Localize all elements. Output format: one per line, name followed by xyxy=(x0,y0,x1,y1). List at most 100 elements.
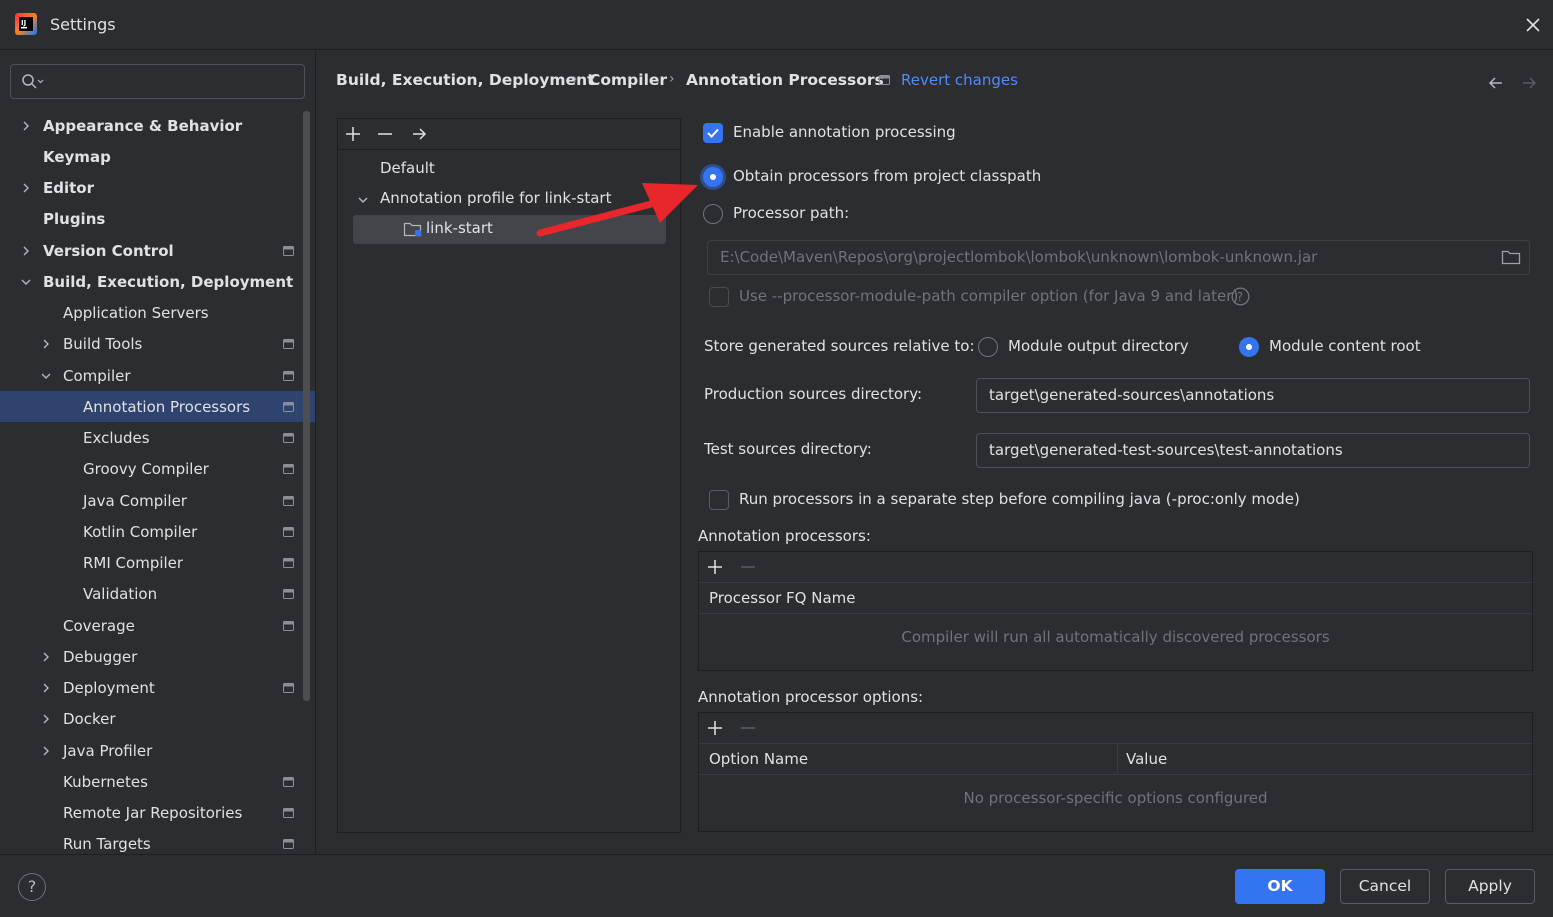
breadcrumb-annotation-processors: Annotation Processors xyxy=(686,71,884,89)
chevron-right-icon[interactable] xyxy=(40,682,52,694)
sidebar-item-label: Deployment xyxy=(63,679,155,697)
project-scope-icon xyxy=(283,589,294,600)
enable-annotation-processing-checkbox[interactable] xyxy=(703,123,723,143)
sidebar-item-kubernetes[interactable]: Kubernetes xyxy=(0,766,315,797)
sidebar-item-label: Build Tools xyxy=(63,335,143,354)
forward-arrow-icon[interactable] xyxy=(1520,74,1538,92)
sidebar-item-validation[interactable]: Validation xyxy=(0,579,315,610)
project-scope-icon xyxy=(283,683,294,693)
separate-step-checkbox[interactable] xyxy=(709,490,729,510)
sidebar-item-run-targets[interactable]: Run Targets xyxy=(0,829,315,854)
sidebar-item-label: Version Control xyxy=(43,241,174,260)
project-scope-icon xyxy=(283,526,294,537)
sidebar-item-label: Java Profiler xyxy=(63,741,153,760)
sidebar-item-java-profiler[interactable]: Java Profiler xyxy=(0,735,315,766)
chevron-down-icon[interactable] xyxy=(357,194,369,206)
sidebar-item-deployment[interactable]: Deployment xyxy=(0,673,315,704)
processor-module-path-checkbox[interactable] xyxy=(709,287,729,307)
sidebar-item-label: Keymap xyxy=(43,147,111,166)
apply-button[interactable]: Apply xyxy=(1445,869,1535,904)
processor-path-label: Processor path: xyxy=(733,204,850,222)
chevron-right-icon[interactable] xyxy=(20,120,32,132)
project-scope-icon xyxy=(283,370,294,381)
svg-text:IJ: IJ xyxy=(21,19,26,27)
project-scope-icon xyxy=(879,75,890,85)
obtain-from-classpath-radio[interactable] xyxy=(703,167,723,187)
breadcrumb-compiler[interactable]: Compiler xyxy=(589,71,667,89)
sidebar-item-excludes[interactable]: Excludes xyxy=(0,423,315,454)
project-scope-icon xyxy=(283,808,294,818)
sidebar-item-java-compiler[interactable]: Java Compiler xyxy=(0,485,315,516)
production-dir-label: Production sources directory: xyxy=(704,385,923,403)
cancel-button[interactable]: Cancel xyxy=(1340,869,1430,904)
option-name-column[interactable]: Option Name xyxy=(709,750,808,768)
remove-processor-icon[interactable] xyxy=(739,558,757,576)
help-context-icon[interactable]: ? xyxy=(1231,287,1250,306)
module-output-directory-radio[interactable] xyxy=(978,337,998,357)
module-content-root-label: Module content root xyxy=(1269,337,1421,355)
module-link-start[interactable]: link-start xyxy=(426,219,493,247)
remove-option-icon[interactable] xyxy=(739,719,757,737)
sidebar-item-debugger[interactable]: Debugger xyxy=(0,641,315,672)
sidebar-item-rmi-compiler[interactable]: RMI Compiler xyxy=(0,548,315,579)
chevron-right-icon[interactable] xyxy=(20,245,32,257)
chevron-right-icon[interactable] xyxy=(20,182,32,194)
ok-button[interactable]: OK xyxy=(1235,869,1325,904)
add-profile-icon[interactable] xyxy=(344,125,362,143)
sidebar-item-groovy-compiler[interactable]: Groovy Compiler xyxy=(0,454,315,485)
help-button[interactable]: ? xyxy=(18,873,46,901)
processor-path-radio[interactable] xyxy=(703,204,723,224)
profile-link-start[interactable]: Annotation profile for link-start xyxy=(380,189,611,217)
sidebar-item-keymap[interactable]: Keymap xyxy=(0,141,315,172)
chevron-right-icon[interactable] xyxy=(40,745,52,757)
profile-default[interactable]: Default xyxy=(380,159,435,187)
sidebar-item-build-tools[interactable]: Build Tools xyxy=(0,329,315,360)
close-window-button[interactable] xyxy=(1522,14,1544,36)
sidebar-item-coverage[interactable]: Coverage xyxy=(0,610,315,641)
sidebar-item-application-servers[interactable]: Application Servers xyxy=(0,298,315,329)
sidebar-item-compiler[interactable]: Compiler xyxy=(0,360,315,391)
processor-fq-name-column[interactable]: Processor FQ Name xyxy=(709,589,855,607)
sidebar-item-version-control[interactable]: Version Control xyxy=(0,235,315,266)
separate-step-label: Run processors in a separate step before… xyxy=(739,490,1300,508)
browse-folder-icon[interactable] xyxy=(1501,248,1521,266)
obtain-from-classpath-label: Obtain processors from project classpath xyxy=(733,167,1042,185)
move-to-profile-icon[interactable] xyxy=(410,125,428,143)
sidebar-item-plugins[interactable]: Plugins xyxy=(0,204,315,235)
sidebar-item-build-execution-deployment[interactable]: Build, Execution, Deployment xyxy=(0,266,315,297)
remove-profile-icon[interactable] xyxy=(376,125,394,143)
breadcrumb-build-execution-deployment[interactable]: Build, Execution, Deployment xyxy=(336,71,595,89)
project-scope-icon xyxy=(283,776,294,787)
processor-path-field[interactable]: E:\Code\Maven\Repos\org\projectlombok\lo… xyxy=(707,240,1530,275)
add-option-icon[interactable] xyxy=(706,719,724,737)
chevron-right-icon[interactable] xyxy=(40,651,52,663)
module-content-root-radio[interactable] xyxy=(1239,337,1259,357)
search-icon xyxy=(21,73,45,91)
sidebar-item-annotation-processors[interactable]: Annotation Processors xyxy=(0,391,315,423)
enable-annotation-processing-label: Enable annotation processing xyxy=(733,123,956,141)
back-arrow-icon[interactable] xyxy=(1487,74,1505,92)
annotation-processors-table: Processor FQ Name Compiler will run all … xyxy=(698,551,1533,671)
sidebar-item-kotlin-compiler[interactable]: Kotlin Compiler xyxy=(0,516,315,547)
settings-search-input[interactable] xyxy=(10,64,305,99)
chevron-down-icon[interactable] xyxy=(40,370,52,382)
option-value-column[interactable]: Value xyxy=(1126,750,1167,768)
sidebar-item-appearance-behavior[interactable]: Appearance & Behavior xyxy=(0,110,315,141)
revert-changes-link[interactable]: Revert changes xyxy=(901,71,1018,89)
project-scope-icon xyxy=(283,495,294,506)
production-dir-input[interactable]: target\generated-sources\annotations xyxy=(976,378,1530,413)
add-processor-icon[interactable] xyxy=(706,558,724,576)
sidebar-item-docker[interactable]: Docker xyxy=(0,704,315,735)
dialog-button-bar: ? OK Cancel Apply xyxy=(0,854,1553,917)
chevron-right-icon[interactable] xyxy=(40,713,52,725)
chevron-down-icon[interactable] xyxy=(20,276,32,288)
sidebar-item-remote-jar-repositories[interactable]: Remote Jar Repositories xyxy=(0,798,315,829)
sidebar-scrollbar[interactable] xyxy=(303,111,310,701)
annotation-processors-title: Annotation processors: xyxy=(698,527,871,545)
test-dir-value: target\generated-test-sources\test-annot… xyxy=(989,441,1343,459)
module-folder-icon xyxy=(403,220,423,238)
chevron-right-icon[interactable] xyxy=(40,338,52,350)
sidebar-item-label: Run Targets xyxy=(63,835,151,854)
test-dir-input[interactable]: target\generated-test-sources\test-annot… xyxy=(976,433,1530,468)
sidebar-item-editor[interactable]: Editor xyxy=(0,173,315,204)
